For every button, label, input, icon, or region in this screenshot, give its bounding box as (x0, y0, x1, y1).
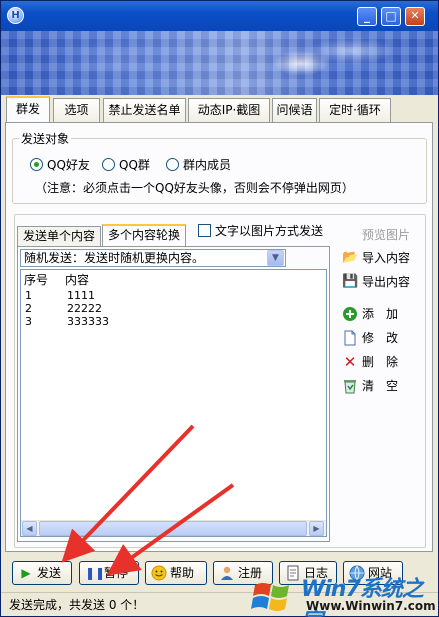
radio-label: QQ群 (119, 158, 150, 172)
play-icon: ▶ (21, 566, 31, 580)
import-content-button[interactable]: 📂 导入内容 (342, 249, 410, 267)
minimize-button[interactable]: _ (357, 7, 377, 26)
user-icon (219, 565, 235, 581)
column-index: 序号 (24, 273, 49, 287)
main-window: H _ □ ✕ 群发 选项 禁止发送名单 动态IP·截图 问候语 定时·循环 发… (0, 0, 439, 617)
folder-icon: 📂 (342, 250, 359, 265)
smiley-icon (151, 565, 167, 581)
recycle-bin-icon (342, 378, 358, 394)
checkbox-box (198, 224, 211, 237)
button-label: 发送 (37, 566, 62, 580)
scroll-left-icon[interactable]: ◀ (22, 521, 37, 536)
chevron-down-icon[interactable]: ▼ (267, 250, 284, 266)
list-item[interactable]: 2 22222 (25, 302, 102, 315)
tab-greetings[interactable]: 问候语 (272, 98, 317, 122)
tab-single-content[interactable]: 发送单个内容 (17, 226, 101, 246)
add-button[interactable]: 添 加 (342, 305, 398, 323)
button-label: 删 除 (362, 355, 399, 369)
image-mode-checkbox[interactable]: 文字以图片方式发送 (198, 224, 323, 238)
edit-button[interactable]: 修 改 (342, 329, 398, 347)
pause-button[interactable]: ❚❚ 暂停 (79, 561, 139, 585)
delete-button[interactable]: ✕ 删 除 (342, 353, 398, 371)
send-button[interactable]: ▶ 发送 (12, 561, 72, 585)
radio-qq-friend[interactable]: QQ好友 (30, 158, 90, 172)
maximize-button[interactable]: □ (381, 7, 401, 26)
column-content: 内容 (65, 273, 90, 287)
radio-dot-selected (30, 158, 43, 171)
scroll-thumb[interactable] (39, 521, 307, 536)
scroll-right-icon[interactable]: ▶ (309, 521, 324, 536)
app-icon: H (7, 7, 24, 24)
status-text: 发送完成，共发送 0 个！ (9, 598, 145, 612)
help-button[interactable]: 帮助 (145, 561, 207, 585)
button-label: 添 加 (362, 307, 399, 321)
windows-logo-icon (251, 583, 289, 611)
preview-image-label: 预览图片 (362, 228, 411, 242)
close-button[interactable]: ✕ (405, 7, 425, 26)
radio-qq-group[interactable]: QQ群 (102, 158, 150, 172)
pause-icon: ❚❚ (85, 566, 106, 580)
clear-button[interactable]: 清 空 (342, 377, 398, 395)
row-content: 22222 (67, 302, 102, 315)
row-index: 1 (25, 289, 32, 302)
row-index: 3 (25, 315, 32, 328)
delete-icon: ✕ (343, 353, 357, 371)
button-label: 清 空 (362, 379, 399, 393)
export-content-button[interactable]: 💾 导出内容 (342, 273, 410, 291)
banner-texture (1, 31, 438, 95)
tab-timer-loop[interactable]: 定时·循环 (319, 98, 391, 122)
tab-blocklist[interactable]: 禁止发送名单 (103, 98, 186, 122)
target-group-title: 发送对象 (19, 130, 72, 147)
radio-dot (166, 158, 179, 171)
radio-label: 群内成员 (183, 158, 232, 172)
button-label: 导出内容 (362, 275, 411, 289)
watermark-url: Www.Winwin7.com (306, 599, 436, 613)
document-icon (342, 330, 358, 346)
row-content: 1111 (67, 289, 95, 302)
list-header: 序号 内容 (24, 271, 89, 288)
radio-dot (102, 158, 115, 171)
button-label: 导入内容 (362, 251, 411, 265)
target-note: （注意：必须点击一个QQ好友头像，否则会不停弹出网页） (35, 181, 354, 195)
radio-group-members[interactable]: 群内成员 (166, 158, 231, 172)
row-index: 2 (25, 302, 32, 315)
button-label: 修 改 (362, 331, 399, 345)
tab-rotating-content[interactable]: 多个内容轮换 (102, 224, 186, 246)
send-mode-select[interactable]: 随机发送：发送时随机更换内容。 (20, 249, 286, 267)
add-icon (342, 306, 358, 322)
list-item[interactable]: 1 1111 (25, 289, 95, 302)
tab-dynamic-ip[interactable]: 动态IP·截图 (188, 98, 270, 122)
tab-options[interactable]: 选项 (53, 98, 100, 122)
list-item[interactable]: 3 333333 (25, 315, 109, 328)
radio-label: QQ好友 (47, 158, 90, 172)
button-label: 帮助 (170, 566, 195, 580)
checkbox-label: 文字以图片方式发送 (215, 224, 324, 238)
row-content: 333333 (67, 315, 109, 328)
save-icon: 💾 (342, 274, 359, 289)
tab-send[interactable]: 群发 (6, 96, 50, 122)
button-label: 暂停 (104, 566, 129, 580)
